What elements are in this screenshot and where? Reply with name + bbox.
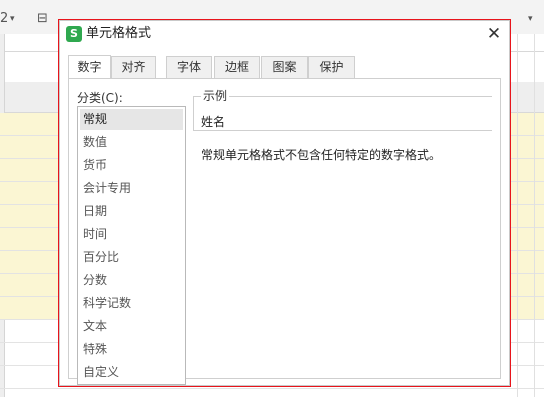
category-item-text[interactable]: 文本 bbox=[80, 316, 183, 337]
chevron-down-icon[interactable]: ▾ bbox=[528, 12, 533, 26]
category-item-currency[interactable]: 货币 bbox=[80, 155, 183, 176]
category-label: 分类(C): bbox=[77, 91, 123, 105]
category-list[interactable]: 常规 数值 货币 会计专用 日期 时间 百分比 分数 科学记数 文本 特殊 自定… bbox=[77, 106, 186, 385]
category-item-scientific[interactable]: 科学记数 bbox=[80, 293, 183, 314]
category-item-number[interactable]: 数值 bbox=[80, 132, 183, 153]
tab-protection[interactable]: 保护 bbox=[308, 56, 355, 78]
tab-patterns[interactable]: 图案 bbox=[261, 56, 308, 78]
category-item-custom[interactable]: 自定义 bbox=[80, 362, 183, 383]
dialog-title-bar[interactable]: S 单元格格式 ✕ bbox=[60, 21, 509, 47]
column-divider bbox=[534, 34, 535, 397]
category-item-special[interactable]: 特殊 bbox=[80, 339, 183, 360]
category-item-fraction[interactable]: 分数 bbox=[80, 270, 183, 291]
sample-group bbox=[193, 96, 492, 131]
format-description: 常规单元格格式不包含任何特定的数字格式。 bbox=[201, 148, 442, 162]
toolbar-glyph[interactable]: 2 bbox=[0, 12, 8, 26]
tab-alignment[interactable]: 对齐 bbox=[111, 56, 156, 78]
tab-font[interactable]: 字体 bbox=[166, 56, 212, 78]
close-button[interactable]: ✕ bbox=[483, 23, 505, 45]
chevron-down-icon[interactable]: ▾ bbox=[10, 12, 15, 26]
category-item-general[interactable]: 常规 bbox=[80, 109, 183, 130]
app-logo-icon: S bbox=[66, 26, 82, 42]
tab-number[interactable]: 数字 bbox=[68, 55, 111, 79]
sample-legend: 示例 bbox=[201, 89, 230, 103]
format-cells-dialog: S 单元格格式 ✕ 数字 对齐 字体 边框 图案 保护 分类(C): 常规 数值… bbox=[60, 21, 509, 385]
category-item-date[interactable]: 日期 bbox=[80, 201, 183, 222]
category-item-time[interactable]: 时间 bbox=[80, 224, 183, 245]
align-icon[interactable]: ⊟ bbox=[37, 12, 48, 26]
column-divider bbox=[517, 34, 518, 397]
tab-border[interactable]: 边框 bbox=[214, 56, 260, 78]
dialog-title: 单元格格式 bbox=[86, 26, 152, 41]
sample-value: 姓名 bbox=[201, 115, 226, 129]
category-item-accounting[interactable]: 会计专用 bbox=[80, 178, 183, 199]
category-item-percentage[interactable]: 百分比 bbox=[80, 247, 183, 268]
